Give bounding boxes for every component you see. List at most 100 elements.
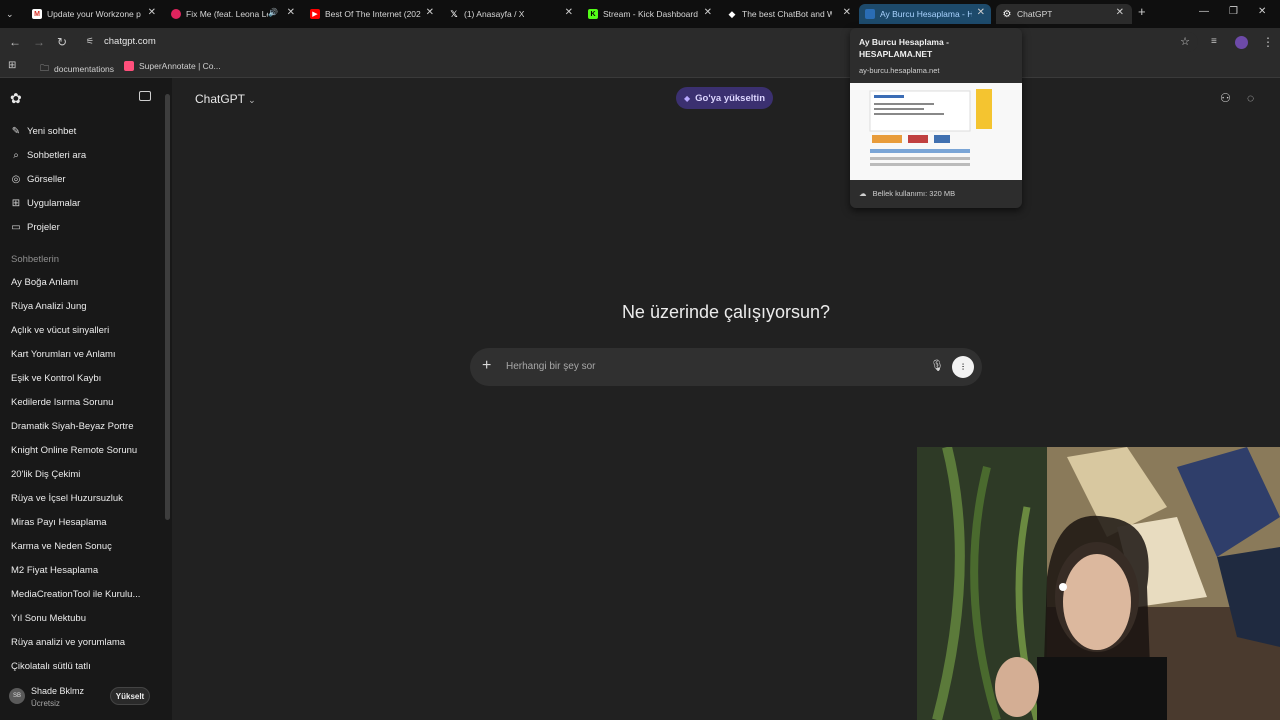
temporary-chat-icon[interactable]: ◌ bbox=[1247, 91, 1254, 105]
upgrade-pill-label: Go'ya yükseltin bbox=[695, 92, 765, 104]
new-chat-label: Yeni sohbet bbox=[27, 126, 77, 137]
chat-item[interactable]: Dramatik Siyah-Beyaz Portre bbox=[11, 421, 133, 432]
site-info-icon[interactable]: ⚟ bbox=[86, 36, 94, 47]
chat-item[interactable]: 20'lik Diş Çekimi bbox=[11, 469, 80, 480]
forward-icon[interactable]: → bbox=[33, 35, 45, 49]
plus-icon[interactable]: + bbox=[482, 357, 491, 375]
restore-icon[interactable]: ❐ bbox=[1229, 6, 1238, 17]
tab-hover-card: Ay Burcu Hesaplama - HESAPLAMA.NET ay-bu… bbox=[850, 28, 1022, 208]
openai-logo-icon[interactable]: ✿ bbox=[10, 90, 22, 107]
chevron-down-icon: ⌄ bbox=[248, 95, 256, 105]
upgrade-pill-button[interactable]: ◆ Go'ya yükseltin bbox=[676, 87, 773, 109]
user-menu[interactable]: SB Shade Bklmz Ücretsiz Yükselt bbox=[0, 678, 172, 720]
projects-button[interactable]: ▭ Projeler bbox=[10, 222, 60, 233]
images-button[interactable]: ◎ Görseller bbox=[10, 174, 66, 185]
voice-mode-button[interactable]: ⫶ bbox=[952, 356, 974, 378]
folder-icon: 🗀 bbox=[40, 63, 50, 73]
sidebar-scrollbar[interactable] bbox=[165, 94, 170, 520]
close-icon[interactable]: ✕ bbox=[148, 7, 156, 18]
tab-chatbot[interactable]: ◆ The best ChatBot and W ✕ bbox=[727, 4, 851, 24]
bookmark-star-icon[interactable]: ☆ bbox=[1180, 35, 1190, 48]
close-icon[interactable]: ✕ bbox=[426, 7, 434, 18]
bookmarks-bar: ⊞ 🗀 documentations SuperAnnotate | Co... bbox=[0, 56, 1280, 78]
tab-title: The best ChatBot and W bbox=[742, 9, 832, 19]
url-text[interactable]: chatgpt.com bbox=[104, 36, 156, 47]
chat-item[interactable]: Rüya analizi ve yorumlama bbox=[11, 637, 125, 648]
close-icon[interactable]: ✕ bbox=[704, 7, 712, 18]
close-icon[interactable]: ✕ bbox=[565, 7, 573, 18]
apps-label: Uygulamalar bbox=[27, 198, 81, 209]
apps-button[interactable]: ⊞ Uygulamalar bbox=[10, 198, 81, 209]
tab-youtube[interactable]: ▶ Best Of The Internet (202 ✕ bbox=[310, 4, 434, 24]
tab-gmail[interactable]: M Update your Workzone p ✕ bbox=[32, 4, 156, 24]
close-icon[interactable]: ✕ bbox=[977, 7, 985, 18]
user-name: Shade Bklmz bbox=[31, 686, 85, 696]
search-chats-label: Sohbetleri ara bbox=[27, 150, 87, 161]
chat-item[interactable]: Kart Yorumları ve Anlamı bbox=[11, 349, 116, 360]
omnibox[interactable]: ⚟ chatgpt.com ☆ bbox=[80, 32, 1198, 52]
apps-grid-icon[interactable]: ⊞ bbox=[8, 60, 16, 71]
chat-item[interactable]: Rüya Analizi Jung bbox=[11, 301, 87, 312]
tab-hesaplama[interactable]: Ay Burcu Hesaplama - H ✕ bbox=[859, 4, 991, 24]
close-icon[interactable]: ✕ bbox=[843, 7, 851, 18]
tab-music[interactable]: Fix Me (feat. Leona Le 🔊 ✕ bbox=[171, 4, 295, 24]
image-icon: ◎ bbox=[11, 174, 21, 185]
webcam-overlay bbox=[917, 447, 1280, 720]
chat-item[interactable]: Yıl Sonu Mektubu bbox=[11, 613, 86, 624]
chatbot-icon: ◆ bbox=[728, 8, 736, 19]
microphone-icon[interactable]: 🎙 bbox=[930, 359, 944, 372]
profile-avatar-icon[interactable] bbox=[1235, 36, 1248, 49]
chat-item[interactable]: Çikolatalı sütlü tatlı bbox=[11, 661, 91, 672]
add-people-icon[interactable]: ⚇ bbox=[1220, 91, 1231, 105]
chat-item[interactable]: Rüya ve İçsel Huzursuzluk bbox=[11, 493, 123, 504]
new-tab-icon[interactable]: + bbox=[1138, 4, 1146, 19]
chat-item[interactable]: M2 Fiyat Hesaplama bbox=[11, 565, 98, 576]
chat-item[interactable]: Karma ve Neden Sonuç bbox=[11, 541, 112, 552]
tab-x[interactable]: 𝕏 (1) Anasayfa / X ✕ bbox=[449, 4, 573, 24]
bookmark-documentations[interactable]: 🗀 documentations bbox=[40, 61, 114, 77]
media-control-icon[interactable]: ≡ bbox=[1211, 36, 1217, 47]
tab-title: Update your Workzone p bbox=[47, 9, 141, 19]
chat-item[interactable]: Kedilerde Isırma Sorunu bbox=[11, 397, 113, 408]
speaker-icon[interactable]: 🔊 bbox=[268, 8, 278, 17]
bookmark-superannotate[interactable]: SuperAnnotate | Co... bbox=[124, 61, 221, 71]
back-icon[interactable]: ← bbox=[9, 35, 21, 49]
bookmark-label: SuperAnnotate | Co... bbox=[139, 61, 221, 71]
page-preview-thumbnail bbox=[850, 83, 1022, 180]
chat-item[interactable]: Ay Boğa Anlamı bbox=[11, 277, 78, 288]
prompt-input[interactable]: Herhangi bir şey sor bbox=[506, 361, 595, 372]
search-chats-button[interactable]: ⌕ Sohbetleri ara bbox=[10, 150, 86, 161]
tab-title: (1) Anasayfa / X bbox=[464, 9, 525, 19]
close-icon[interactable]: ✕ bbox=[1116, 7, 1124, 18]
chats-section-label: Sohbetlerin bbox=[11, 254, 60, 265]
address-bar: ← → ↻ ⚟ chatgpt.com ☆ ≡ ⋮ bbox=[0, 28, 1280, 56]
tab-chatgpt[interactable]: ⚙ ChatGPT ✕ bbox=[996, 4, 1132, 24]
tab-search-button[interactable]: ⌄ bbox=[6, 4, 20, 24]
window-close-icon[interactable]: ✕ bbox=[1258, 6, 1266, 17]
close-icon[interactable]: ✕ bbox=[287, 7, 295, 18]
chatgpt-icon: ⚙ bbox=[1002, 8, 1012, 20]
music-icon bbox=[171, 9, 181, 19]
tab-title: Best Of The Internet (202 bbox=[325, 9, 421, 19]
sidebar-toggle-icon[interactable] bbox=[139, 91, 151, 101]
reload-icon[interactable]: ↻ bbox=[57, 35, 67, 49]
tab-title: Fix Me (feat. Leona Le bbox=[186, 9, 268, 19]
tab-kick[interactable]: K Stream - Kick Dashboard ✕ bbox=[588, 4, 712, 24]
model-selector[interactable]: ChatGPT ⌄ bbox=[195, 92, 256, 106]
menu-icon[interactable]: ⋮ bbox=[1262, 35, 1274, 49]
chat-item[interactable]: MediaCreationTool ile Kurulu... bbox=[11, 589, 140, 600]
chat-item[interactable]: Knight Online Remote Sorunu bbox=[11, 445, 137, 456]
new-chat-button[interactable]: ✎ Yeni sohbet bbox=[10, 126, 77, 137]
prompt-composer[interactable]: + Herhangi bir şey sor 🎙 ⫶ bbox=[470, 348, 982, 386]
avatar: SB bbox=[9, 688, 25, 704]
chat-item[interactable]: Eşik ve Kontrol Kaybı bbox=[11, 373, 101, 384]
x-icon: 𝕏 bbox=[450, 8, 458, 19]
chat-item[interactable]: Miras Payı Hesaplama bbox=[11, 517, 107, 528]
minimize-icon[interactable]: — bbox=[1199, 6, 1209, 17]
tab-title: ChatGPT bbox=[1017, 9, 1053, 19]
projects-label: Projeler bbox=[27, 222, 60, 233]
folder-icon: ▭ bbox=[11, 222, 21, 233]
bookmark-label: documentations bbox=[54, 64, 115, 74]
upgrade-button[interactable]: Yükselt bbox=[110, 687, 150, 705]
chat-item[interactable]: Açlık ve vücut sinyalleri bbox=[11, 325, 109, 336]
